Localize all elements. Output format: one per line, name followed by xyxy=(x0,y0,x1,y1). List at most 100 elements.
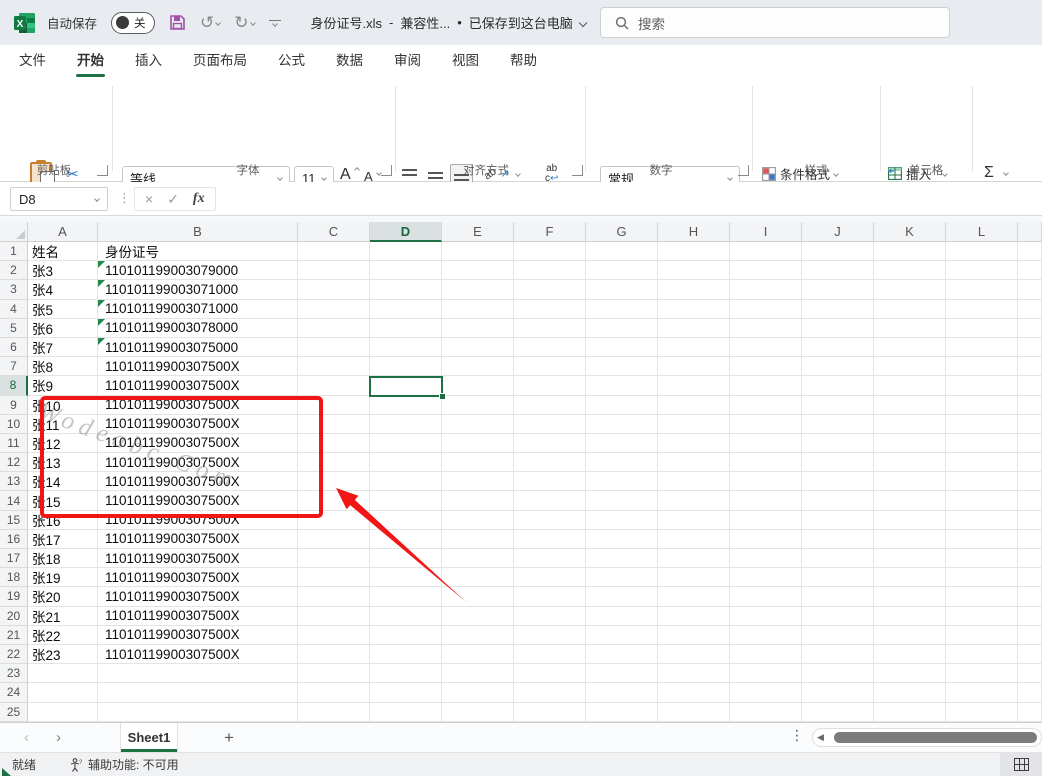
cell-A9[interactable]: 张10 xyxy=(28,396,98,415)
cell-B4[interactable]: 110101199003071000 xyxy=(98,300,298,319)
column-header-partial[interactable] xyxy=(1018,222,1042,242)
autosum-button[interactable]: Σ xyxy=(984,164,1008,182)
cell-F24[interactable] xyxy=(514,683,586,702)
cell-I16[interactable] xyxy=(730,530,802,549)
cell-J14[interactable] xyxy=(802,491,874,510)
cell-C3[interactable] xyxy=(298,280,370,299)
cell-B3[interactable]: 110101199003071000 xyxy=(98,280,298,299)
row-header-6[interactable]: 6 xyxy=(0,338,28,357)
cell-L22[interactable] xyxy=(946,645,1018,664)
cell-K13[interactable] xyxy=(874,472,946,491)
cell-K15[interactable] xyxy=(874,511,946,530)
cell-B7[interactable]: 11010119900307500X xyxy=(98,357,298,376)
cell-H16[interactable] xyxy=(658,530,730,549)
cell-D10[interactable] xyxy=(370,415,442,434)
cell-H9[interactable] xyxy=(658,396,730,415)
cell-G22[interactable] xyxy=(586,645,658,664)
cell-H1[interactable] xyxy=(658,242,730,261)
cell-H21[interactable] xyxy=(658,626,730,645)
cell-M6[interactable] xyxy=(1018,338,1042,357)
cell-H3[interactable] xyxy=(658,280,730,299)
cell-L18[interactable] xyxy=(946,568,1018,587)
cell-J1[interactable] xyxy=(802,242,874,261)
cell-H24[interactable] xyxy=(658,683,730,702)
cell-J15[interactable] xyxy=(802,511,874,530)
cell-I15[interactable] xyxy=(730,511,802,530)
cell-M20[interactable] xyxy=(1018,607,1042,626)
cell-G3[interactable] xyxy=(586,280,658,299)
cell-A22[interactable]: 张23 xyxy=(28,645,98,664)
cell-F14[interactable] xyxy=(514,491,586,510)
cell-M9[interactable] xyxy=(1018,396,1042,415)
cell-F16[interactable] xyxy=(514,530,586,549)
cell-L24[interactable] xyxy=(946,683,1018,702)
cell-D11[interactable] xyxy=(370,434,442,453)
cell-I18[interactable] xyxy=(730,568,802,587)
cell-H14[interactable] xyxy=(658,491,730,510)
cell-B19[interactable]: 11010119900307500X xyxy=(98,587,298,606)
cell-H6[interactable] xyxy=(658,338,730,357)
cell-K25[interactable] xyxy=(874,703,946,722)
select-all-corner[interactable] xyxy=(0,222,28,242)
cell-D7[interactable] xyxy=(370,357,442,376)
menu-tab-视图[interactable]: 视图 xyxy=(449,42,482,78)
cell-B11[interactable]: 11010119900307500X xyxy=(98,434,298,453)
cell-L4[interactable] xyxy=(946,300,1018,319)
normal-view-button[interactable] xyxy=(1000,753,1042,776)
cell-L5[interactable] xyxy=(946,319,1018,338)
column-header-G[interactable]: G xyxy=(586,222,658,242)
cell-F3[interactable] xyxy=(514,280,586,299)
column-header-D[interactable]: D xyxy=(370,222,442,242)
cell-D15[interactable] xyxy=(370,511,442,530)
cell-L17[interactable] xyxy=(946,549,1018,568)
cell-B10[interactable]: 11010119900307500X xyxy=(98,415,298,434)
cell-B1[interactable]: 身份证号 xyxy=(98,242,298,261)
cell-C12[interactable] xyxy=(298,453,370,472)
cell-G15[interactable] xyxy=(586,511,658,530)
cell-M5[interactable] xyxy=(1018,319,1042,338)
row-header-10[interactable]: 10 xyxy=(0,415,28,434)
cell-L15[interactable] xyxy=(946,511,1018,530)
add-sheet-button[interactable]: + xyxy=(224,723,234,752)
cell-E11[interactable] xyxy=(442,434,514,453)
cell-E13[interactable] xyxy=(442,472,514,491)
row-header-18[interactable]: 18 xyxy=(0,568,28,587)
cell-F13[interactable] xyxy=(514,472,586,491)
cell-D24[interactable] xyxy=(370,683,442,702)
cell-F10[interactable] xyxy=(514,415,586,434)
cell-J12[interactable] xyxy=(802,453,874,472)
cell-I2[interactable] xyxy=(730,261,802,280)
cell-G9[interactable] xyxy=(586,396,658,415)
cell-L7[interactable] xyxy=(946,357,1018,376)
cell-L8[interactable] xyxy=(946,376,1018,395)
cell-D13[interactable] xyxy=(370,472,442,491)
cell-J9[interactable] xyxy=(802,396,874,415)
cell-M13[interactable] xyxy=(1018,472,1042,491)
cell-M25[interactable] xyxy=(1018,703,1042,722)
cell-G16[interactable] xyxy=(586,530,658,549)
cell-A10[interactable]: 张11 xyxy=(28,415,98,434)
column-header-L[interactable]: L xyxy=(946,222,1018,242)
cell-G24[interactable] xyxy=(586,683,658,702)
cell-G19[interactable] xyxy=(586,587,658,606)
cell-A20[interactable]: 张21 xyxy=(28,607,98,626)
cell-I9[interactable] xyxy=(730,396,802,415)
menu-tab-开始[interactable]: 开始 xyxy=(74,42,107,78)
cell-M8[interactable] xyxy=(1018,376,1042,395)
scrollbar-thumb[interactable] xyxy=(834,732,1037,743)
autosave-toggle[interactable]: 关 xyxy=(111,12,155,34)
cell-I13[interactable] xyxy=(730,472,802,491)
cell-J23[interactable] xyxy=(802,664,874,683)
row-header-14[interactable]: 14 xyxy=(0,491,28,510)
cell-E9[interactable] xyxy=(442,396,514,415)
row-header-19[interactable]: 19 xyxy=(0,587,28,606)
cell-F11[interactable] xyxy=(514,434,586,453)
cell-G8[interactable] xyxy=(586,376,658,395)
cell-E18[interactable] xyxy=(442,568,514,587)
row-header-7[interactable]: 7 xyxy=(0,357,28,376)
cell-G12[interactable] xyxy=(586,453,658,472)
cell-I21[interactable] xyxy=(730,626,802,645)
cell-B23[interactable] xyxy=(98,664,298,683)
cell-J21[interactable] xyxy=(802,626,874,645)
column-header-B[interactable]: B xyxy=(98,222,298,242)
